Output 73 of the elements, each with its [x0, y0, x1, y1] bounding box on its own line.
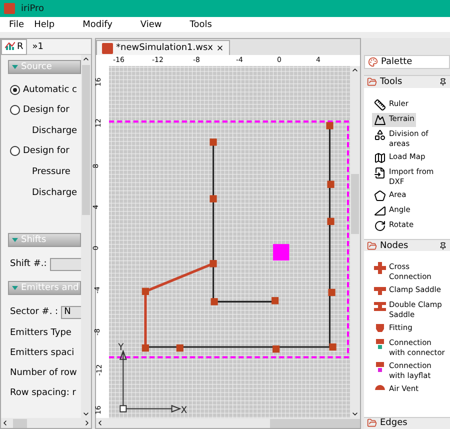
scroll-thumb[interactable]	[351, 174, 359, 234]
palette-header[interactable]: Palette	[364, 55, 450, 70]
field-label: Pressure	[32, 166, 70, 176]
fitting-icon	[374, 262, 386, 274]
tool-icon	[374, 98, 386, 111]
palette-group-header[interactable]: Nodes	[364, 238, 450, 252]
fitting-icon	[374, 384, 386, 396]
option-label: Design for	[23, 105, 70, 115]
pin-icon[interactable]	[439, 78, 447, 86]
editor-tab[interactable]: *newSimulation1.wsx	[96, 40, 230, 55]
scroll-up-icon[interactable]	[82, 55, 90, 63]
scroll-down-icon[interactable]	[82, 410, 90, 418]
file-icon	[102, 42, 113, 54]
field-label: Sector #. :	[10, 307, 58, 317]
app-icon	[4, 3, 15, 14]
fitting-icon	[374, 300, 386, 312]
field-label: Emitters spaci	[10, 348, 74, 358]
folder-icon	[367, 240, 377, 251]
field-label: Emitters Type	[10, 328, 72, 338]
chart-icon	[5, 42, 15, 51]
field-label: Number of row	[10, 368, 77, 378]
tool-icon	[374, 128, 386, 141]
menu-item[interactable]: Help	[29, 20, 60, 30]
window-title: iriPro	[21, 4, 44, 14]
scroll-up-icon[interactable]	[351, 66, 359, 74]
option-label: Automatic c	[23, 85, 77, 95]
radio-button[interactable]	[10, 146, 20, 156]
selected-square	[273, 244, 290, 261]
radio-button[interactable]	[10, 105, 20, 115]
tool-icon	[374, 190, 386, 202]
menu-item[interactable]: Tools	[184, 20, 217, 30]
option-label: Design for	[23, 146, 70, 156]
scrollbar[interactable]	[1, 418, 91, 428]
field-label: Row spacing: r	[10, 388, 76, 398]
close-icon[interactable]	[216, 44, 224, 52]
field-label: Shift #.:	[10, 259, 47, 269]
fitting-icon	[374, 338, 386, 350]
fitting-icon	[374, 285, 386, 298]
field-label: Discharge	[32, 126, 78, 136]
palette-group-header[interactable]: Tools	[364, 75, 450, 88]
palette-group-header[interactable]: Edges	[364, 416, 450, 429]
axis-drawing	[120, 350, 182, 412]
select-field[interactable]: N	[61, 306, 81, 318]
scroll-left-icon[interactable]	[96, 419, 104, 427]
menu-item[interactable]: View	[135, 20, 167, 30]
folder-icon	[367, 77, 377, 88]
input-field[interactable]	[50, 258, 81, 270]
scroll-thumb[interactable]	[270, 418, 360, 428]
menu-item[interactable]: File	[4, 20, 30, 30]
tool-icon	[374, 114, 386, 126]
axis-label: Y	[118, 342, 124, 354]
pin-icon[interactable]	[439, 242, 447, 250]
panel-tab[interactable]: »1	[29, 40, 46, 54]
scrollbar[interactable]	[350, 66, 360, 418]
palette-icon	[368, 57, 378, 68]
field-label: Discharge	[32, 188, 78, 198]
axis-label: X	[180, 404, 188, 416]
scroll-right-icon[interactable]	[83, 419, 91, 427]
radio-button[interactable]	[10, 85, 20, 95]
tool-icon	[374, 220, 386, 232]
tool-icon	[374, 166, 386, 179]
scroll-thumb[interactable]	[13, 418, 27, 428]
scroll-thumb[interactable]	[82, 65, 90, 215]
panel-tab[interactable]: R	[1, 39, 28, 54]
tool-icon	[374, 204, 386, 217]
scrollbar[interactable]	[81, 55, 91, 418]
tool-icon	[374, 152, 386, 164]
menu-item[interactable]: Modify	[78, 20, 118, 30]
scroll-left-icon[interactable]	[1, 419, 9, 427]
fitting-icon	[374, 361, 386, 374]
folder-icon	[367, 418, 377, 428]
scrollbar[interactable]	[96, 418, 360, 428]
scroll-down-icon[interactable]	[351, 410, 359, 418]
